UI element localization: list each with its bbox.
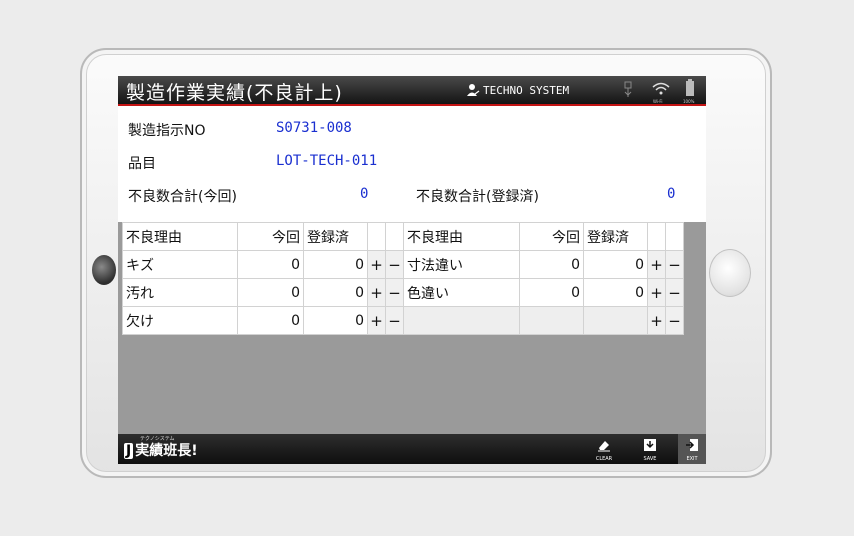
current-cell[interactable]: 0	[519, 250, 584, 279]
minus-button[interactable]: −	[665, 250, 684, 279]
header-reason: 不良理由	[122, 222, 238, 251]
logo-badge-icon: J	[124, 443, 134, 459]
plus-button[interactable]: +	[647, 306, 666, 335]
eraser-icon	[598, 441, 610, 452]
exit-label: EXIT	[686, 456, 698, 462]
current-cell[interactable]: 0	[519, 278, 584, 307]
reason-cell: キズ	[122, 250, 238, 279]
page-title: 製造作業実績(不良計上)	[126, 82, 343, 104]
exit-button[interactable]: EXIT	[678, 434, 706, 464]
plus-button[interactable]: +	[647, 278, 666, 307]
header-registered: 登録済	[583, 222, 648, 251]
brand-name: TECHNO SYSTEM	[483, 84, 570, 97]
total-registered-label: 不良数合計(登録済)	[416, 189, 539, 205]
current-cell[interactable]: 0	[237, 278, 304, 307]
registered-cell: 0	[303, 306, 368, 335]
logo-text: 実績班長!	[135, 443, 198, 459]
save-label: SAVE	[643, 456, 657, 462]
battery-icon	[686, 79, 694, 96]
empty-cell	[583, 306, 648, 335]
wifi-icon	[652, 82, 670, 95]
table-row: 汚れ 0 0 + − 色違い 0 0 + −	[122, 278, 684, 307]
save-icon	[644, 439, 656, 451]
usb-icon	[624, 81, 632, 97]
current-cell[interactable]: 0	[237, 250, 304, 279]
user-icon	[467, 84, 480, 96]
title-bar: 製造作業実績(不良計上) TECHNO SYSTEM Wi-Fi 100%	[118, 76, 706, 106]
table-header-row: 不良理由 今回 登録済 不良理由 今回 登録済	[122, 222, 684, 251]
table-row: キズ 0 0 + − 寸法違い 0 0 + −	[122, 250, 684, 279]
registered-cell: 0	[583, 250, 648, 279]
header-current: 今回	[237, 222, 304, 251]
plus-button[interactable]: +	[647, 250, 666, 279]
plus-button[interactable]: +	[367, 250, 386, 279]
current-cell[interactable]: 0	[237, 306, 304, 335]
exit-icon	[686, 439, 698, 451]
app-screen: 製造作業実績(不良計上) TECHNO SYSTEM Wi-Fi 100% 製造…	[118, 76, 706, 464]
minus-button[interactable]: −	[665, 278, 684, 307]
battery-label: 100%	[683, 99, 695, 104]
defect-table: 不良理由 今回 登録済 不良理由 今回 登録済 キズ 0 0 + − 寸法違い …	[122, 222, 684, 335]
empty-cell	[519, 306, 584, 335]
clear-button[interactable]: CLEAR	[586, 434, 622, 464]
table-row: 欠け 0 0 + − + −	[122, 306, 684, 335]
minus-button[interactable]: −	[385, 278, 404, 307]
total-current-value: 0	[360, 186, 369, 202]
reason-cell: 色違い	[403, 278, 520, 307]
reason-cell: 寸法違い	[403, 250, 520, 279]
empty-cell	[403, 306, 520, 335]
minus-button[interactable]: −	[665, 306, 684, 335]
minus-button[interactable]: −	[385, 250, 404, 279]
info-panel: 製造指示NO S0731-008 品目 LOT-TECH-011 不良数合計(今…	[118, 106, 706, 222]
registered-cell: 0	[303, 250, 368, 279]
clear-label: CLEAR	[595, 456, 613, 462]
plus-button[interactable]: +	[367, 278, 386, 307]
reason-cell: 汚れ	[122, 278, 238, 307]
reason-cell: 欠け	[122, 306, 238, 335]
total-current-label: 不良数合計(今回)	[128, 189, 237, 205]
header-current: 今回	[519, 222, 584, 251]
total-registered-value: 0	[667, 186, 676, 202]
minus-button[interactable]: −	[385, 306, 404, 335]
logo-small-text: テクノシステム	[140, 436, 175, 442]
plus-button[interactable]: +	[367, 306, 386, 335]
wifi-label: Wi-Fi	[653, 99, 663, 104]
order-value: S0731-008	[276, 120, 352, 136]
order-label: 製造指示NO	[128, 123, 206, 139]
footer-bar: J 実績班長! テクノシステム CLEAR SAVE EXIT	[118, 434, 706, 464]
item-value: LOT-TECH-011	[276, 153, 378, 169]
brand: TECHNO SYSTEM	[466, 83, 569, 97]
registered-cell: 0	[303, 278, 368, 307]
camera-icon	[92, 255, 116, 285]
item-label: 品目	[128, 156, 156, 172]
home-button[interactable]	[709, 249, 751, 297]
header-reason: 不良理由	[403, 222, 520, 251]
registered-cell: 0	[583, 278, 648, 307]
app-logo: J 実績班長!	[124, 440, 198, 460]
save-button[interactable]: SAVE	[632, 434, 668, 464]
header-registered: 登録済	[303, 222, 368, 251]
